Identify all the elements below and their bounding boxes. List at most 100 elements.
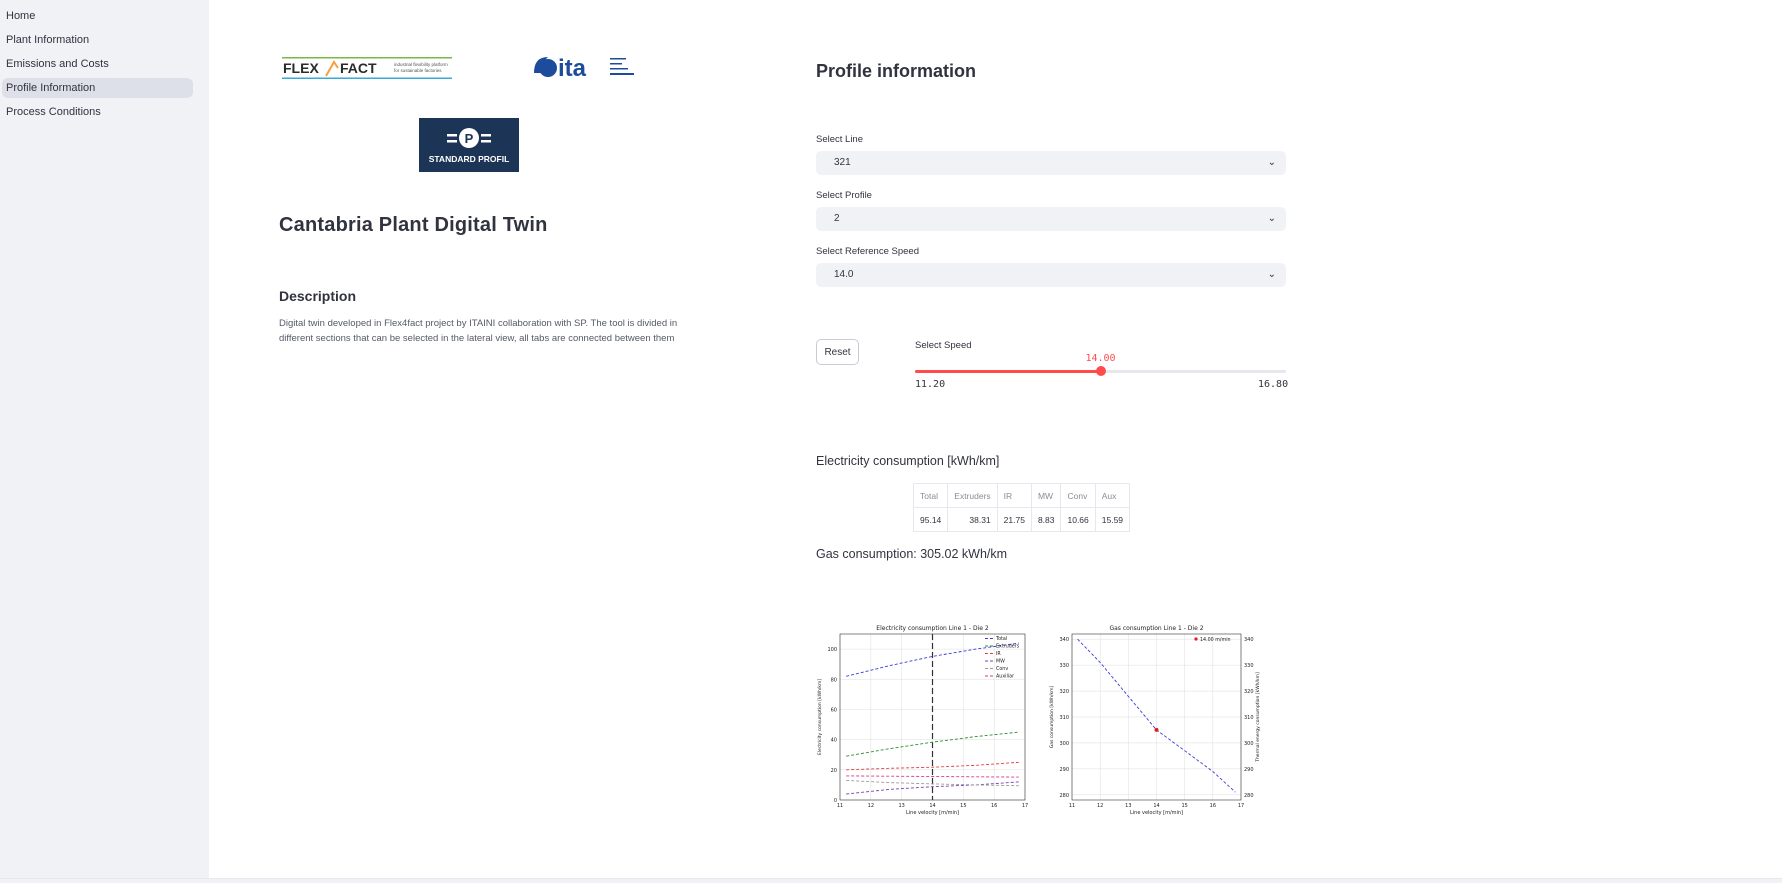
speed-slider-thumb[interactable] [1095, 366, 1106, 376]
svg-text:P: P [465, 131, 474, 146]
table-row: 95.14 38.31 21.75 8.83 10.66 15.59 [912, 507, 1131, 532]
select-reference-speed-dropdown[interactable]: 14.0 ⌄ [816, 263, 1286, 287]
select-profile-label: Select Profile [816, 190, 872, 201]
select-speed-label: Select Speed [915, 340, 972, 351]
gas-chart: Gas consumption Line 1 - Die 2 11 12 13 14 15… [1049, 625, 1261, 816]
table-header: Extruders [947, 483, 998, 508]
reset-button[interactable]: Reset [816, 339, 859, 365]
svg-text:for sustainable factories: for sustainable factories [394, 68, 442, 73]
y2-axis-label: Thermal energy consumption [kWh/km] [1255, 672, 1261, 763]
table-cell: 10.66 [1060, 507, 1096, 532]
sidebar: Home Plant Information Emissions and Cos… [0, 0, 209, 878]
select-profile-value: 2 [834, 213, 840, 224]
x-tick-label: 15 [1181, 803, 1187, 809]
flex4fact-logo: FLEX FACT industrial flexibility platfor… [282, 57, 452, 79]
speed-slider-value: 14.00 [1085, 353, 1116, 364]
legend-entry: IR [996, 651, 1001, 657]
table-cell: 21.75 [996, 507, 1032, 532]
table-cell: 95.14 [912, 507, 949, 532]
table-header: Aux [1094, 483, 1131, 508]
flex-text: FLEX [283, 60, 319, 76]
x-axis-label: Line velocity [m/min] [1130, 810, 1183, 816]
table-cell: 8.83 [1030, 507, 1062, 532]
y-tick-label: 340 [1059, 637, 1069, 643]
chevron-down-icon: ⌄ [1267, 269, 1276, 280]
y2-tick-label: 310 [1244, 715, 1254, 721]
y-tick-label: 330 [1059, 663, 1069, 669]
ita-logo: ita [534, 55, 634, 80]
select-reference-speed-value: 14.0 [834, 269, 854, 280]
y-tick-label: 300 [1059, 741, 1069, 747]
y-tick-label: 320 [1059, 689, 1069, 695]
svg-text:STANDARD PROFIL: STANDARD PROFIL [429, 154, 510, 164]
select-line-dropdown[interactable]: 321 ⌄ [816, 151, 1286, 175]
select-profile-dropdown[interactable]: 2 ⌄ [816, 207, 1286, 231]
page-title: Cantabria Plant Digital Twin [279, 214, 548, 236]
chart-title: Gas consumption Line 1 - Die 2 [1109, 625, 1203, 632]
electricity-table: Total Extruders IR MW Conv Aux 95.14 38.… [912, 483, 1131, 532]
legend-entry: 14.00 m/min [1200, 637, 1231, 643]
sidebar-item-plant-information[interactable]: Plant Information [2, 30, 193, 50]
x-tick-label: 17 [1022, 803, 1028, 809]
x-tick-label: 12 [868, 803, 874, 809]
x-tick-label: 16 [1210, 803, 1216, 809]
table-cell: 15.59 [1094, 507, 1131, 532]
x-tick-label: 11 [1069, 803, 1075, 809]
standard-profil-logo: P STANDARD PROFIL [419, 118, 519, 172]
y2-tick-label: 280 [1244, 793, 1254, 799]
table-cell: 38.31 [947, 507, 998, 532]
table-header: MW [1030, 483, 1062, 508]
sidebar-item-profile-information[interactable]: Profile Information [2, 78, 193, 98]
speed-slider-max: 16.80 [1258, 379, 1289, 390]
electricity-chart: Electricity consumption Line 1 - Die 2 11… [817, 625, 1028, 816]
y2-tick-label: 330 [1244, 663, 1254, 669]
legend-entry: Extruders [996, 644, 1020, 650]
x-tick-label: 14 [1153, 803, 1159, 809]
x-tick-label: 14 [929, 803, 935, 809]
y-tick-label: 290 [1059, 767, 1069, 773]
y-tick-label: 310 [1059, 715, 1069, 721]
legend-entry: MW [996, 659, 1005, 665]
svg-text:ita: ita [558, 55, 587, 80]
sidebar-item-process-conditions[interactable]: Process Conditions [2, 102, 193, 122]
bottom-divider [0, 878, 1782, 883]
svg-text:industrial flexibility platfor: industrial flexibility platform [394, 62, 448, 67]
y-axis-label: Gas consumption [kWh/km] [1049, 686, 1055, 749]
x-tick-label: 16 [991, 803, 997, 809]
sidebar-item-home[interactable]: Home [2, 6, 193, 26]
chevron-down-icon: ⌄ [1267, 157, 1276, 168]
data-point-marker [1154, 727, 1159, 732]
table-header: Total [912, 483, 949, 508]
electricity-consumption-title: Electricity consumption [kWh/km] [816, 454, 1000, 468]
y2-tick-label: 320 [1244, 689, 1254, 695]
x-tick-label: 13 [898, 803, 904, 809]
profile-information-title: Profile information [816, 61, 977, 81]
legend-entry: Total [995, 636, 1007, 642]
series-line-auxiliar [846, 775, 1019, 778]
y-axis-label: Electricity consumption [kWh/km] [817, 679, 823, 756]
y-tick-label: 40 [831, 738, 837, 744]
y-tick-label: 0 [834, 798, 837, 804]
gas-consumption-text: Gas consumption: 305.02 kWh/km [816, 547, 1008, 561]
chevron-down-icon: ⌄ [1267, 213, 1276, 224]
select-reference-speed-label: Select Reference Speed [816, 246, 919, 257]
description-text: Digital twin developed in Flex4fact proj… [279, 318, 678, 344]
y-tick-label: 80 [831, 677, 837, 683]
y-tick-label: 20 [831, 768, 837, 774]
table-header: IR [996, 483, 1032, 508]
table-header: Conv [1060, 483, 1096, 508]
sidebar-item-emissions-and-costs[interactable]: Emissions and Costs [2, 54, 193, 74]
speed-slider-track[interactable]: 14.00 [915, 353, 1286, 376]
select-line-value: 321 [834, 157, 851, 168]
legend-entry: Auxiliar [996, 674, 1014, 680]
y2-tick-label: 340 [1244, 637, 1254, 643]
x-axis-label: Line velocity [m/min] [906, 810, 959, 816]
description-heading: Description [279, 288, 357, 304]
speed-slider-fill [915, 370, 1101, 373]
x-tick-label: 12 [1097, 803, 1103, 809]
select-line-label: Select Line [816, 134, 864, 145]
legend-entry: Conv [996, 666, 1008, 672]
y-tick-label: 280 [1059, 793, 1069, 799]
x-tick-label: 17 [1238, 803, 1244, 809]
y-tick-label: 100 [827, 647, 837, 653]
